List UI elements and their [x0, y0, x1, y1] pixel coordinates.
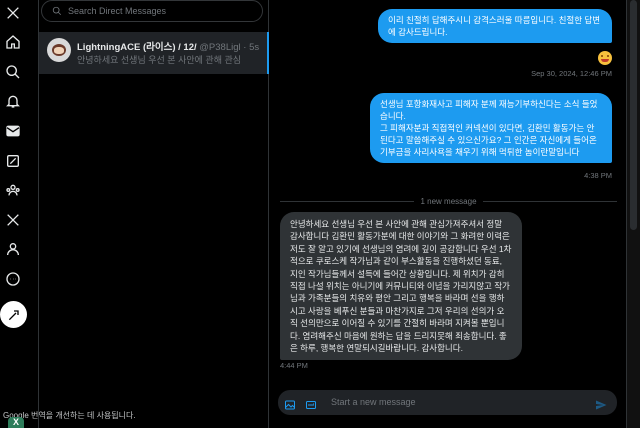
scrollbar-thumb[interactable] [630, 0, 637, 230]
conversation-handle: @P38Ligl [199, 42, 241, 53]
message-timestamp: 4:38 PM [584, 171, 612, 180]
explore-icon[interactable] [2, 61, 24, 83]
conversation-preview: 안녕하세요 선생님 우선 본 사안에 관해 관심 [77, 55, 242, 65]
home-icon[interactable] [2, 31, 24, 53]
message-timestamp: Sep 30, 2024, 12:46 PM [531, 69, 612, 78]
conversation-header: LightningACE (라이스) / 12/ @P38Ligl · 5s [77, 39, 267, 53]
premium-icon[interactable] [2, 209, 24, 231]
media-icon[interactable] [284, 396, 296, 410]
grok-icon[interactable] [2, 150, 24, 172]
search-icon [52, 6, 62, 16]
message-input[interactable]: Start a new message [331, 397, 416, 407]
gif-icon[interactable] [305, 396, 317, 409]
send-icon[interactable] [595, 396, 607, 410]
translate-toast: Google 번역을 개선하는 데 사용됩니다. [3, 411, 136, 420]
conversation-time: · 5s [243, 42, 260, 53]
message-timestamp: 4:44 PM [280, 361, 308, 370]
scrollbar[interactable] [627, 0, 640, 428]
notifications-icon[interactable] [2, 90, 24, 112]
message-composer[interactable]: Start a new message [278, 390, 617, 415]
chat-panel: 이리 친절히 답해주시니 감격스러울 따름입니다. 친절한 답변에 감사드립니다… [270, 0, 627, 428]
more-icon[interactable] [2, 268, 24, 290]
new-message-divider: 1 new message [280, 196, 617, 206]
conversation-list: Search Direct Messages LightningACE (라이스… [38, 0, 269, 428]
message-outgoing[interactable]: 이리 친절히 답해주시니 감격스러울 따름입니다. 친절한 답변에 감사드립니다… [378, 9, 612, 43]
x-logo-icon[interactable] [2, 2, 24, 24]
nav-rail [0, 0, 27, 428]
messages-icon[interactable] [2, 120, 24, 142]
message-incoming[interactable]: 안녕하세요 선생님 우선 본 사안에 관해 관심가져주셔서 정말 감사합니다 김… [280, 212, 522, 361]
search-input[interactable]: Search Direct Messages [41, 0, 263, 22]
conversation-item[interactable]: LightningACE (라이스) / 12/ @P38Ligl · 5s 안… [39, 32, 269, 74]
message-outgoing[interactable]: 선생님 포항화재사고 피해자 분께 재능기부하신다는 소식 들었습니다. 그 피… [370, 93, 612, 163]
avatar [47, 38, 71, 62]
emoji-reaction-icon[interactable] [598, 51, 612, 65]
compose-post-icon[interactable] [0, 301, 27, 328]
x-badge[interactable]: X [8, 417, 24, 428]
conversation-name: LightningACE (라이스) / 12/ [77, 42, 197, 53]
communities-icon[interactable] [2, 179, 24, 201]
search-placeholder: Search Direct Messages [68, 6, 167, 16]
new-message-label: 1 new message [420, 196, 477, 206]
profile-icon[interactable] [2, 238, 24, 260]
